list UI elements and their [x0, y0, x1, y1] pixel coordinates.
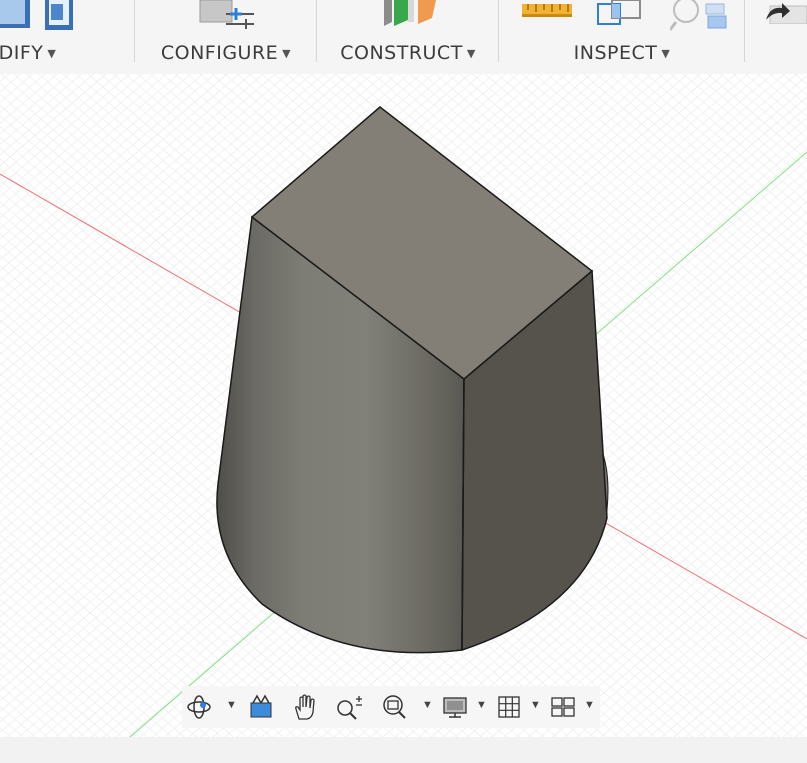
- interference-icon[interactable]: [596, 0, 646, 28]
- grid-settings-dropdown-caret[interactable]: ▼: [530, 699, 541, 711]
- modify-group[interactable]: DIFY ▼: [0, 0, 95, 74]
- separator: [498, 0, 499, 62]
- zoom-window-dropdown-caret[interactable]: ▼: [422, 699, 433, 711]
- orbit-button[interactable]: [184, 692, 214, 722]
- separator: [744, 0, 745, 62]
- zoom-button[interactable]: [334, 692, 364, 722]
- display-settings-dropdown-caret[interactable]: ▼: [476, 699, 487, 711]
- chevron-down-icon: ▼: [661, 47, 671, 60]
- pan-hand-icon: [295, 694, 315, 720]
- zoom-window-button[interactable]: [380, 692, 410, 722]
- section-analysis-icon[interactable]: [670, 0, 728, 32]
- viewports-button[interactable]: [548, 692, 578, 722]
- configure-menu-label[interactable]: CONFIGURE ▼: [136, 42, 316, 64]
- inspect-group[interactable]: INSPECT ▼: [500, 0, 744, 74]
- look-at-icon: [250, 694, 272, 718]
- grid-settings-icon: [498, 696, 520, 718]
- viewports-dropdown-caret[interactable]: ▼: [584, 699, 595, 711]
- zoom-icon: [337, 696, 362, 720]
- modify-tools-icon[interactable]: [0, 0, 75, 32]
- measure-icon[interactable]: [522, 0, 574, 18]
- construct-plane-icon[interactable]: [382, 0, 442, 30]
- status-bar: [0, 737, 807, 763]
- toolbar: DIFY ▼ CONFIGURE ▼ CONSTRUCT ▼ INSPECT ▼: [0, 0, 807, 74]
- select-arrow-icon[interactable]: [764, 0, 807, 24]
- separator: [316, 0, 317, 62]
- modify-menu-label[interactable]: DIFY ▼: [0, 42, 95, 64]
- parameters-icon[interactable]: [198, 0, 258, 32]
- navigation-bar: ▼ ▼ ▼ ▼ ▼: [182, 686, 600, 728]
- orbit-icon: [187, 695, 211, 719]
- canvas-viewport[interactable]: [0, 74, 807, 737]
- look-at-button[interactable]: [246, 692, 276, 722]
- configure-group[interactable]: CONFIGURE ▼: [136, 0, 316, 74]
- chevron-down-icon: ▼: [47, 47, 57, 60]
- chevron-down-icon: ▼: [282, 47, 292, 60]
- zoom-window-icon: [383, 695, 406, 719]
- separator: [134, 0, 135, 62]
- viewports-icon: [551, 697, 575, 717]
- chevron-down-icon: ▼: [466, 47, 476, 60]
- inspect-menu-label[interactable]: INSPECT ▼: [500, 42, 744, 64]
- orbit-dropdown-caret[interactable]: ▼: [226, 699, 237, 711]
- model-canvas[interactable]: [0, 74, 807, 737]
- grid-settings-button[interactable]: [494, 692, 524, 722]
- display-settings-button[interactable]: [440, 692, 470, 722]
- select-group[interactable]: [746, 0, 807, 74]
- pan-button[interactable]: [290, 692, 320, 722]
- construct-menu-label[interactable]: CONSTRUCT ▼: [318, 42, 498, 64]
- display-settings-icon: [443, 697, 467, 718]
- construct-group[interactable]: CONSTRUCT ▼: [318, 0, 498, 74]
